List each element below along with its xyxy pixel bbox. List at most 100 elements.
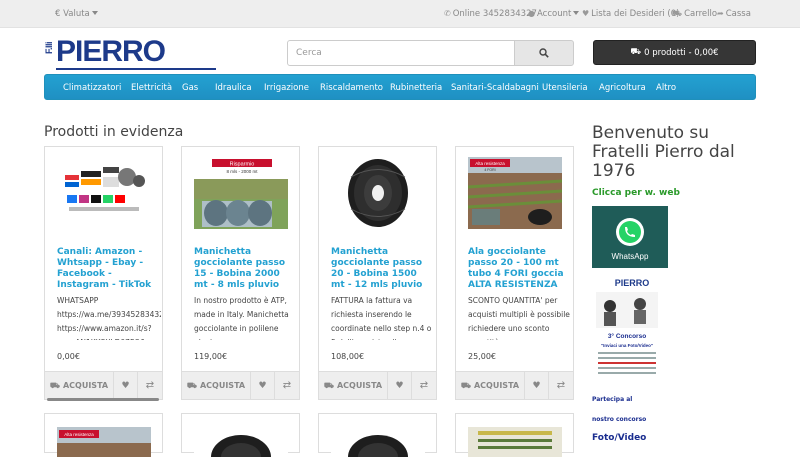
cart-label: Carrello (684, 9, 718, 19)
exchange-icon: ⇄ (419, 380, 429, 391)
wishlist-button[interactable]: ♥ (114, 372, 138, 399)
contest-foto-text: Foto/Video (592, 433, 647, 443)
featured-title: Prodotti in evidenza (44, 124, 184, 140)
product-image[interactable] (468, 427, 562, 457)
add-to-cart-label: ACQUISTA (473, 381, 520, 390)
product-card: Alta resistenza (44, 413, 163, 457)
checkout-label: Cassa (725, 9, 751, 19)
product-actions: ⛟ ACQUISTA ♥ ⇄ (456, 371, 573, 399)
product-actions: ⛟ ACQUISTA ♥ ⇄ (319, 371, 436, 399)
whatsapp-label: WhatsApp (612, 252, 649, 261)
exchange-icon: ⇄ (556, 380, 566, 391)
account-dropdown[interactable]: ● Account (528, 9, 580, 19)
share-arrow-icon: ➦ (717, 9, 724, 18)
product-price: 0,00€ (57, 352, 80, 361)
product-image[interactable]: Risparmio 8 mls - 2000 mt (194, 157, 288, 229)
search-input[interactable] (287, 40, 515, 66)
fori-text: 4 FORI (484, 168, 495, 172)
chevron-down-icon (573, 11, 580, 15)
heart-icon: ♥ (532, 380, 541, 391)
wishlist-button[interactable]: ♥ (251, 372, 275, 399)
search-bar (287, 40, 574, 66)
phone-icon: ✆ (444, 9, 451, 18)
contest-nostro-text: nostro concorso (592, 416, 647, 423)
user-icon: ● (528, 9, 535, 18)
contest-title: 3° Concorso (608, 332, 646, 340)
product-card (455, 413, 574, 457)
phone-label: Online 3452834327 (452, 9, 537, 19)
horizontal-scrollbar[interactable] (47, 398, 159, 401)
product-actions: ⛟ ACQUISTA ♥ ⇄ (182, 371, 299, 399)
product-image[interactable] (331, 427, 425, 457)
product-price: 119,00€ (194, 352, 228, 361)
phone-link[interactable]: ✆ Online 3452834327 (444, 9, 537, 19)
product-image[interactable] (331, 157, 425, 229)
search-button[interactable] (514, 40, 574, 66)
product-image[interactable]: Alta resistenza (57, 427, 151, 457)
contest-logo: PIERRO (615, 278, 650, 288)
menu-item-climatizzatori[interactable]: Climatizzatori (63, 83, 121, 93)
shopping-cart-icon: ⛟ (323, 380, 334, 390)
logo-text: PIERRO (56, 35, 166, 68)
menu-item-riscaldamento[interactable]: Riscaldamento (320, 83, 383, 93)
product-image[interactable]: Alta resistenza 4 FORI (468, 157, 562, 229)
checkout-link[interactable]: ➦ Cassa (717, 9, 751, 19)
cart-button[interactable]: ⛟ 0 prodotti - 0,00€ (593, 40, 756, 65)
menu-item-irrigazione[interactable]: Irrigazione (264, 83, 309, 93)
add-to-cart-button[interactable]: ⛟ ACQUISTA (319, 372, 388, 399)
add-to-cart-label: ACQUISTA (336, 381, 383, 390)
product-title[interactable]: Manichetta gocciolante passo 15 - Bobina… (194, 247, 296, 291)
contest-subtitle: "Inviaci una Foto/Video" (601, 343, 653, 348)
shopping-cart-icon: ⛟ (672, 9, 683, 18)
menu-item-utensileria[interactable]: Utensileria (542, 83, 588, 93)
welcome-heading: Benvenuto su Fratelli Pierro dal 1976 (592, 123, 735, 181)
heart-icon: ♥ (582, 9, 590, 18)
shopping-cart-icon: ⛟ (460, 380, 471, 390)
compare-button[interactable]: ⇄ (412, 372, 436, 399)
product-image[interactable] (57, 157, 151, 229)
cart-summary: 0 prodotti - 0,00€ (644, 47, 719, 58)
wishlist-link[interactable]: ♥ Lista dei Desideri (0) (582, 9, 679, 19)
wishlist-button[interactable]: ♥ (525, 372, 549, 399)
whatsapp-web-link[interactable]: Clicca per w. web (592, 188, 680, 198)
whatsapp-banner[interactable]: WhatsApp (592, 206, 668, 268)
menu-item-idraulica[interactable]: Idraulica (215, 83, 252, 93)
product-card: Risparmio 8 mls - 2000 mt Manichetta goc… (181, 146, 300, 400)
menu-item-gas[interactable]: Gas (182, 83, 198, 93)
contest-partecipa-text: Partecipa al (592, 396, 633, 403)
exchange-icon: ⇄ (282, 380, 292, 391)
currency-dropdown[interactable]: € Valuta (55, 9, 98, 19)
menu-item-sanitari[interactable]: Sanitari-Scaldabagni (451, 83, 539, 93)
cart-link[interactable]: ⛟ Carrello (672, 9, 717, 19)
top-bar: € Valuta ✆ Online 3452834327 ● Account ♥ Li… (0, 0, 800, 28)
product-description: FATTURA la fattura va richiesta inserend… (331, 296, 432, 340)
compare-button[interactable]: ⇄ (275, 372, 299, 399)
heart-icon: ♥ (121, 380, 130, 391)
compare-button[interactable]: ⇄ (549, 372, 573, 399)
compare-button[interactable]: ⇄ (138, 372, 162, 399)
product-image[interactable] (194, 427, 288, 457)
menu-item-altro[interactable]: Altro (656, 83, 676, 93)
search-icon (539, 48, 549, 58)
product-description: SCONTO QUANTITA' per acquisti multipli è… (468, 296, 570, 340)
risparmio-text: Risparmio (230, 162, 255, 168)
product-card: Alta resistenza 4 FORI Ala gocciolante p… (455, 146, 574, 400)
menu-item-agricoltura[interactable]: Agricoltura (599, 83, 646, 93)
menu-item-rubinetteria[interactable]: Rubinetteria (390, 83, 442, 93)
add-to-cart-button[interactable]: ⛟ ACQUISTA (182, 372, 251, 399)
add-to-cart-button[interactable]: ⛟ ACQUISTA (45, 372, 114, 399)
alta-resistenza-text: Alta resistenza (64, 432, 94, 437)
logo-prefix: F.lli (44, 42, 54, 55)
shopping-cart-icon: ⛟ (49, 380, 60, 390)
contest-banner[interactable]: PIERRO 3° Concorso "Inviaci una Foto/Vid… (592, 274, 662, 384)
menu-item-elettricita[interactable]: Elettricità (131, 83, 172, 93)
product-title[interactable]: Manichetta gocciolante passo 20 - Bobina… (331, 247, 433, 291)
product-title[interactable]: Ala gocciolante passo 20 - 100 mt tubo 4… (468, 247, 570, 291)
product-card (318, 413, 437, 457)
add-to-cart-button[interactable]: ⛟ ACQUISTA (456, 372, 525, 399)
logo-underline (56, 68, 216, 70)
wishlist-button[interactable]: ♥ (388, 372, 412, 399)
product-title[interactable]: Canali: Amazon - Whtsapp - Ebay - Facebo… (57, 247, 159, 291)
wishlist-label: Lista dei Desideri (0) (591, 9, 680, 19)
product-description: In nostro prodotto è ATP, made in Italy.… (194, 296, 289, 340)
